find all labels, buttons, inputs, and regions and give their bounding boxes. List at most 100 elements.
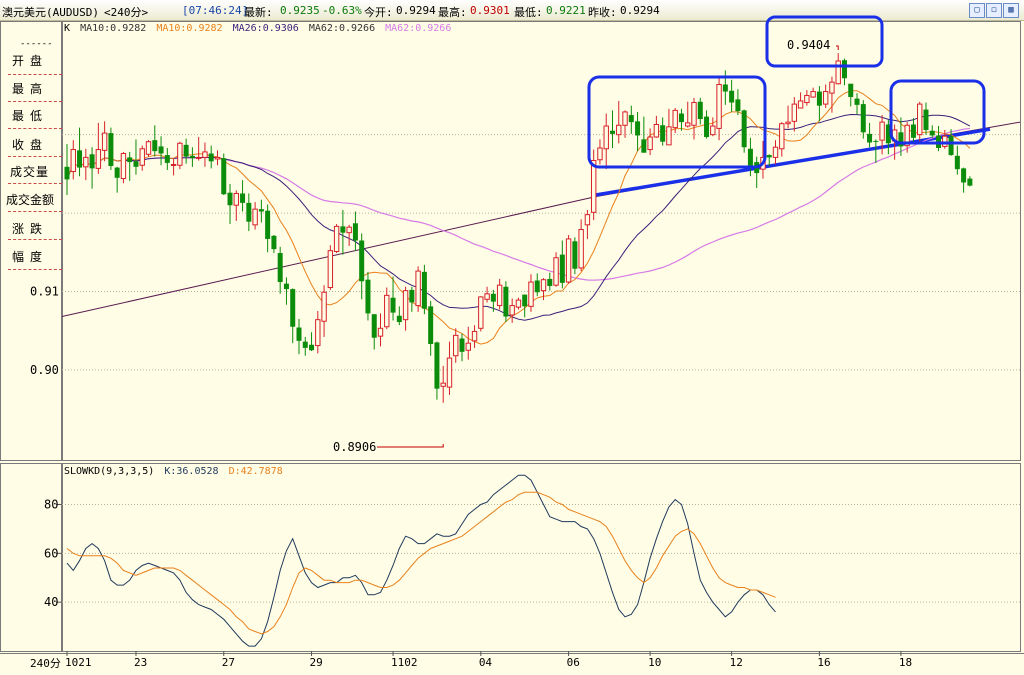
candle-body: [854, 98, 860, 105]
candle-up: [333, 224, 340, 254]
price-chart[interactable]: 0.910.908060401021 23 27 29 1102 04 06 10 12 16 18: [0, 0, 1024, 675]
candle-up: [810, 87, 816, 98]
candle-body: [421, 271, 427, 309]
candle-body: [729, 90, 735, 103]
kd-y-tick-label: 80: [44, 498, 58, 512]
candle-down: [127, 151, 133, 181]
candle-body: [584, 214, 591, 226]
candle-body: [89, 154, 95, 169]
candle-up: [797, 92, 804, 109]
candle-body: [910, 124, 916, 138]
candle-body: [365, 279, 371, 314]
candle-up: [440, 365, 446, 403]
candle-body: [177, 142, 183, 166]
x-tick-label: 10: [648, 656, 661, 669]
candle-body: [528, 281, 534, 307]
candle-down: [108, 127, 114, 170]
candle-up: [553, 252, 559, 287]
x-tick-label: 12: [730, 656, 743, 669]
candle-down: [309, 332, 315, 352]
candle-up: [835, 53, 841, 85]
candle-body: [290, 289, 296, 327]
candle-down: [503, 281, 509, 323]
candle-up: [515, 297, 522, 310]
candle-down: [635, 111, 641, 152]
candle-body: [233, 192, 239, 206]
candle-up: [565, 235, 572, 284]
candle-body: [628, 115, 634, 123]
candle-down: [409, 286, 415, 312]
candle-body: [240, 193, 246, 203]
candle-up: [785, 105, 791, 129]
candle-up: [710, 117, 716, 137]
candle-up: [496, 278, 503, 310]
candle-up: [779, 122, 785, 157]
candle-body: [822, 91, 829, 105]
candle-body: [522, 294, 528, 307]
legend-ma62-color: MA62:0.9266: [385, 23, 452, 34]
candle-body: [722, 84, 728, 92]
candle-down: [572, 237, 578, 275]
candle-body: [697, 101, 703, 119]
candle-body: [265, 210, 271, 239]
candle-up: [177, 141, 183, 170]
candle-down: [741, 109, 747, 153]
candle-body: [145, 141, 152, 155]
candle-body: [83, 156, 89, 168]
candle-up: [509, 298, 515, 323]
legend-k: K: [64, 23, 71, 34]
candle-down: [936, 126, 942, 152]
candle-body: [961, 168, 967, 183]
candle-body: [741, 110, 747, 148]
candle-body: [296, 327, 302, 341]
candle-down: [867, 122, 873, 148]
candle-body: [252, 208, 258, 226]
candle-down: [961, 167, 967, 193]
candle-body: [227, 192, 233, 206]
candle-down: [302, 336, 308, 356]
candle-down: [860, 100, 866, 139]
candle-body: [246, 202, 252, 222]
candle-down: [816, 86, 822, 122]
candle-body: [321, 291, 327, 322]
candle-up: [647, 128, 653, 156]
candle-body: [691, 102, 697, 126]
candle-body: [70, 149, 76, 173]
candle-up: [622, 110, 628, 138]
candle-down: [609, 110, 615, 148]
candle-down: [258, 199, 264, 223]
candle-body: [860, 104, 866, 133]
candle-body: [315, 319, 321, 347]
candle-body: [95, 149, 102, 169]
candle-up: [829, 76, 835, 113]
candle-down: [841, 58, 847, 86]
candle-body: [465, 342, 471, 351]
x-tick-label: 29: [310, 656, 323, 669]
candle-body: [635, 121, 641, 136]
candle-down: [158, 136, 164, 166]
candle-body: [841, 60, 847, 79]
candle-body: [446, 357, 453, 388]
candle-body: [766, 155, 772, 158]
candle-body: [409, 289, 415, 303]
candle-down: [352, 211, 358, 251]
candle-up: [616, 100, 622, 144]
candle-body: [735, 99, 741, 112]
candle-body: [333, 225, 340, 252]
candle-body: [402, 290, 409, 321]
candle-body: [352, 223, 358, 241]
candle-up: [584, 209, 591, 239]
low-annotation: 0.8906: [333, 440, 377, 454]
candle-body: [672, 109, 678, 129]
x-tick-label: 1102: [391, 656, 418, 669]
candle-body: [152, 140, 158, 152]
candle-body: [271, 235, 277, 250]
candle-body: [942, 135, 948, 147]
candle-down: [660, 117, 666, 146]
candle-body: [829, 81, 835, 94]
candle-up: [402, 286, 409, 331]
candle-up: [653, 115, 660, 138]
candle-body: [917, 103, 923, 136]
candle-down: [390, 276, 396, 321]
candle-up: [101, 121, 108, 162]
